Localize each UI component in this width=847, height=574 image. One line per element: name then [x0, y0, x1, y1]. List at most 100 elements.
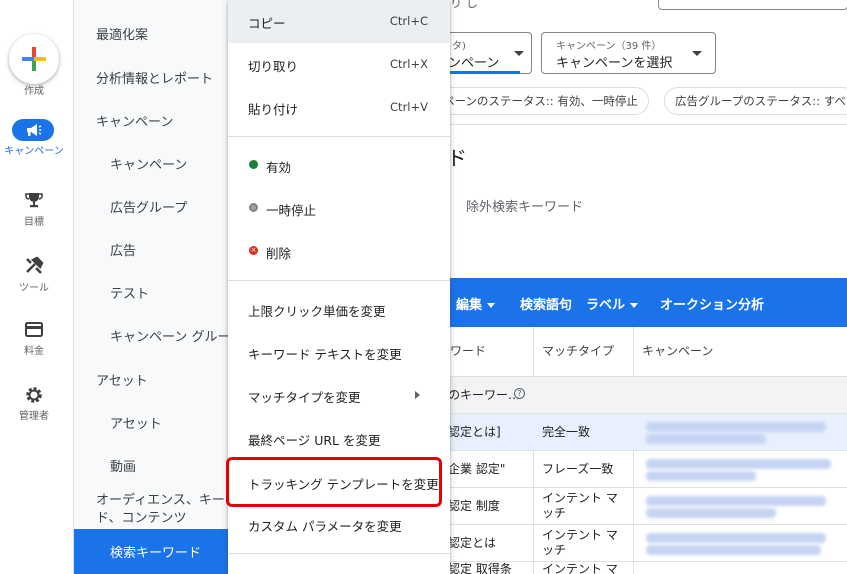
nav-item-insights-reports[interactable]: 分析情報とレポート [96, 68, 213, 87]
paused-status-icon [249, 203, 258, 212]
nav-item-campaigns[interactable]: キャンペーン [110, 154, 187, 173]
campaigns-label[interactable]: キャンペーン [0, 146, 68, 158]
menu-item-cut[interactable]: 切り取り Ctrl+X [228, 43, 450, 86]
menu-item-cut-shortcut: Ctrl+X [390, 57, 428, 71]
match-type-cell: 完全一致 [542, 425, 591, 439]
toolbar-auction-insights-button[interactable]: オークション分析 [660, 294, 764, 313]
admin-rail-button[interactable] [0, 385, 68, 405]
keyword-cell: 認定とは [448, 536, 497, 550]
caret-down-icon [630, 303, 639, 308]
tools-label[interactable]: ツール [0, 283, 68, 295]
toolbar-search-terms-button[interactable]: 検索語句 [520, 294, 572, 313]
goals-rail-button[interactable] [0, 190, 68, 210]
nav-item-videos[interactable]: 動画 [110, 456, 136, 475]
column-header-match-type[interactable]: マッチタイプ [542, 327, 614, 376]
menu-item-paste-shortcut: Ctrl+V [390, 100, 428, 114]
menu-item-remove[interactable]: × 削除 [228, 229, 450, 272]
menu-item-copy-label: コピー [248, 16, 286, 31]
redacted-campaign [646, 508, 776, 518]
menu-item-change-custom-parameters[interactable]: カスタム パラメータを変更 [228, 503, 450, 546]
table-row[interactable]: 認定とは インテント マ ッチ [446, 524, 847, 561]
keyword-cell: 認定 取得条 [448, 562, 512, 574]
redacted-campaign [646, 434, 766, 444]
menu-item-pause-label: 一時停止 [266, 203, 317, 218]
chevron-right-icon [415, 391, 420, 399]
nav-item-ad-groups[interactable]: 広告グループ [110, 197, 187, 216]
page-title: ド [447, 146, 467, 170]
table-row[interactable]: 認定 制度 インテント マ ッチ [446, 487, 847, 524]
menu-item-change-max-cpc[interactable]: 上限クリック単価を変更 [228, 287, 450, 330]
menu-item-copy[interactable]: コピー Ctrl+C [228, 0, 450, 43]
table-row[interactable]: 企業 認定" フレーズ一致 [446, 450, 847, 487]
header-fragment: り し [450, 0, 478, 10]
admin-label[interactable]: 管理者 [0, 411, 68, 423]
redacted-campaign [646, 459, 831, 469]
menu-item-change-final-url-label: 最終ページ URL を変更 [248, 433, 381, 448]
help-icon[interactable]: ? [514, 388, 525, 399]
nav-item-campaigns-group[interactable]: キャンペーン [96, 111, 173, 130]
nav-item-campaign-groups[interactable]: キャンペーン グルー [110, 326, 230, 345]
tools-rail-button[interactable] [0, 256, 68, 276]
match-type-cell: インテント マ ッチ [542, 528, 618, 557]
nav-item-assets[interactable]: アセット [110, 413, 162, 432]
match-type-cell: フレーズ一致 [542, 462, 614, 476]
table-row[interactable]: 認定 取得条 インテント マ [446, 561, 847, 574]
campaign-selector[interactable]: キャンペーン（39 件） キャンペーンを選択 [541, 32, 716, 74]
table-row[interactable]: 認定とは] 完全一致 [446, 413, 847, 450]
create-button[interactable] [9, 34, 59, 84]
goals-label[interactable]: 目標 [0, 217, 68, 229]
nav-item-ads[interactable]: 広告 [110, 240, 136, 259]
redacted-campaign [646, 471, 756, 481]
menu-item-change-final-url[interactable]: 最終ページ URL を変更 [228, 416, 450, 459]
toolbar-labels-button[interactable]: ラベル [586, 294, 639, 313]
menu-item-change-match-type[interactable]: マッチタイプを変更 [228, 373, 450, 416]
menu-item-remove-label: 削除 [266, 246, 292, 261]
table-summary-row: のキーワー… ? [446, 376, 847, 413]
menu-item-copy-shortcut: Ctrl+C [389, 14, 428, 28]
removed-status-icon: × [249, 246, 258, 255]
menu-item-enable-label: 有効 [266, 160, 292, 175]
campaign-selector-label: キャンペーン（39 件） [556, 41, 662, 52]
nav-item-experiments[interactable]: テスト [110, 283, 149, 302]
tools-icon [26, 256, 44, 274]
nav-item-audiences-line2[interactable]: ド、コンテンツ [96, 507, 186, 526]
search-box[interactable] [658, 0, 847, 10]
filter-chip-campaign-status[interactable]: ペーンのステータス:: 有効、一時停止 [432, 87, 649, 115]
billing-label[interactable]: 料金 [0, 346, 68, 358]
nav-item-recommendations[interactable]: 最適化案 [96, 24, 148, 43]
billing-rail-button[interactable] [0, 321, 68, 339]
column-header-campaign[interactable]: キャンペーン [642, 327, 713, 376]
gear-icon [26, 387, 42, 403]
toolbar-edit-button[interactable]: 編集 [456, 294, 496, 313]
nav-item-assets-group[interactable]: アセット [96, 370, 148, 389]
menu-item-pause[interactable]: 一時停止 [228, 186, 450, 229]
menu-item-change-match-type-label: マッチタイプを変更 [248, 390, 361, 405]
highlight-annotation [226, 457, 442, 507]
column-header-keyword[interactable]: ワード [450, 327, 486, 376]
match-type-cell: インテント マ [542, 562, 618, 574]
keyword-cell: 認定 制度 [448, 499, 500, 513]
campaign-selector-value: キャンペーンを選択 [556, 56, 673, 71]
redacted-campaign [646, 545, 821, 555]
nav-item-search-keywords[interactable]: 検索キーワード [74, 529, 234, 574]
summary-label: のキーワー… [448, 388, 521, 402]
campaigns-rail-button[interactable] [12, 119, 54, 141]
tab-negative-keywords[interactable]: 除外検索キーワード [466, 196, 583, 215]
megaphone-icon [27, 124, 42, 136]
keyword-cell: 企業 認定" [448, 462, 506, 476]
menu-separator [228, 280, 450, 281]
menu-item-enable[interactable]: 有効 [228, 143, 450, 186]
caret-down-icon [487, 303, 496, 308]
view-selector-label: タ) [452, 41, 466, 52]
toolbar-labels-label: ラベル [586, 298, 626, 313]
filter-chip-adgroup-status[interactable]: 広告グループのステータス:: すべ [664, 87, 847, 115]
credit-card-icon [25, 322, 43, 337]
menu-item-paste-label: 貼り付け [248, 102, 299, 117]
menu-item-paste[interactable]: 貼り付け Ctrl+V [228, 86, 450, 129]
menu-item-change-keyword-text-label: キーワード テキストを変更 [248, 347, 402, 362]
nav-item-audiences-line1[interactable]: オーディエンス、キー [96, 489, 225, 508]
table-toolbar: 編集 検索語句 ラベル オークション分析 [446, 278, 847, 327]
keyword-cell: 認定とは] [448, 425, 501, 439]
menu-item-change-keyword-text[interactable]: キーワード テキストを変更 [228, 330, 450, 373]
view-selector[interactable]: タ) ンペーン [446, 32, 532, 74]
